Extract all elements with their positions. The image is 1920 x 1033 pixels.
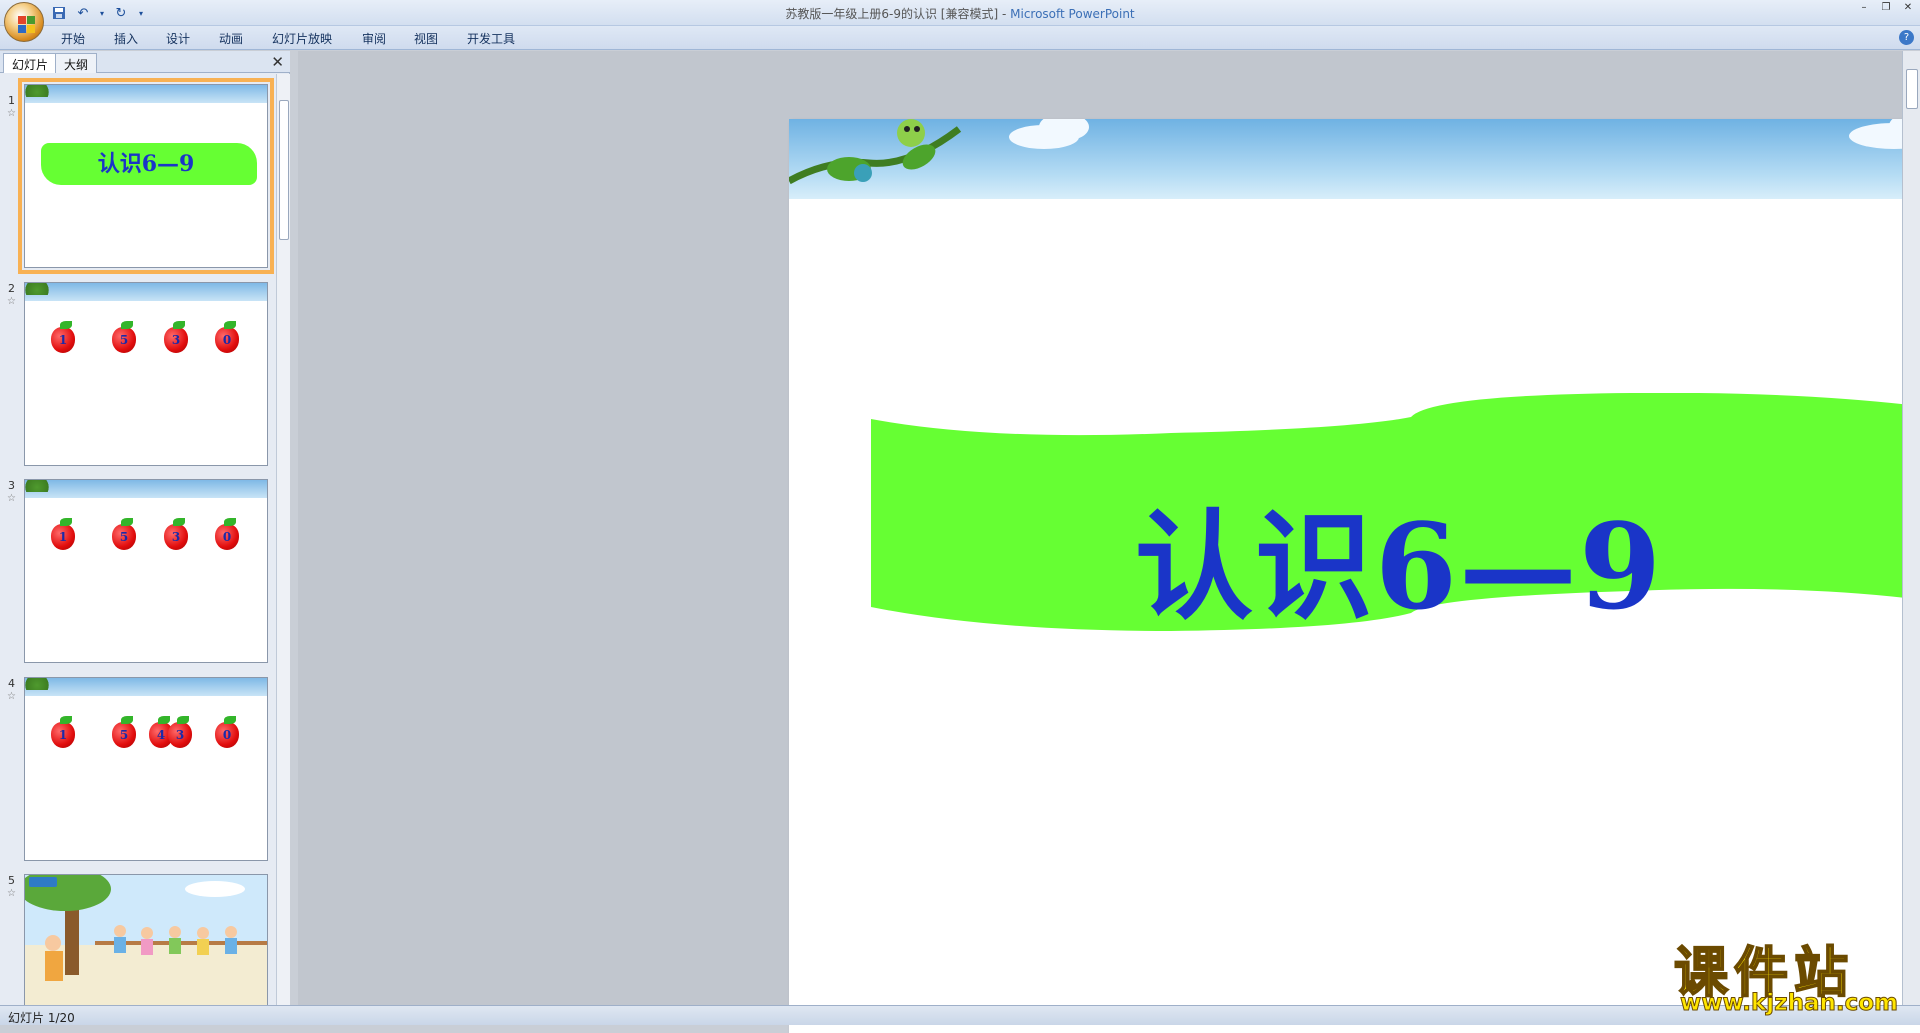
apple-image: 5 — [112, 321, 136, 353]
close-icon[interactable]: ✕ — [1900, 2, 1916, 14]
redo-icon[interactable]: ↻ — [112, 4, 130, 22]
slide-thumbnail[interactable]: 1 5 3 0 — [24, 479, 268, 663]
animation-star-icon: ☆ — [7, 691, 16, 702]
vine-caterpillar-image — [789, 119, 962, 185]
apple-image: 1 — [51, 716, 75, 748]
apple-image: 0 — [215, 518, 239, 550]
tab-view[interactable]: 视图 — [414, 30, 438, 47]
animation-star-icon: ☆ — [7, 296, 16, 307]
scrollbar-thumb[interactable] — [1906, 69, 1918, 109]
document-title: 苏教版一年级上册6-9的认识 [兼容模式] - — [785, 7, 1011, 21]
pane-tabs: 幻灯片 大纲 ✕ — [0, 51, 290, 73]
watermark-logo: 课件站 www.kjzhan.com — [1658, 928, 1920, 1018]
slide-number: 1 — [8, 94, 15, 107]
slide-number: 2 — [8, 282, 15, 295]
status-bar: 幻灯片 1/20 — [0, 1005, 1920, 1025]
apple-image: 3 — [168, 716, 192, 748]
tab-slides[interactable]: 幻灯片 — [3, 53, 58, 73]
apple-image: 3 — [164, 518, 188, 550]
slide-thumbnail[interactable]: 1 5 3 0 — [24, 282, 268, 466]
slide-editing-area: 认识6—9 — [298, 51, 1920, 1033]
sky-image — [25, 283, 267, 301]
slide-number: 3 — [8, 479, 15, 492]
apple-image: 3 — [164, 321, 188, 353]
apple-image: 1 — [51, 518, 75, 550]
thumbnail-title: 认识6—9 — [97, 151, 195, 177]
apple-image: 5 — [112, 518, 136, 550]
apple-image: 0 — [215, 321, 239, 353]
tab-home[interactable]: 开始 — [61, 30, 85, 47]
sky-image — [25, 678, 267, 696]
title-bar: 苏教版一年级上册6-9的认识 [兼容模式] - Microsoft PowerP… — [0, 0, 1920, 26]
customize-qat-icon[interactable]: ▾ — [136, 4, 146, 22]
app-name: Microsoft PowerPoint — [1010, 7, 1135, 21]
tab-slideshow[interactable]: 幻灯片放映 — [272, 30, 332, 47]
apple-image: 1 — [51, 321, 75, 353]
slide-number: 5 — [8, 874, 15, 887]
thumbnail-scrollbar[interactable] — [276, 74, 290, 1005]
help-icon[interactable]: ? — [1899, 30, 1914, 45]
slide-thumbnail[interactable]: 1 5 4 3 0 — [24, 677, 268, 861]
animation-star-icon: ☆ — [7, 108, 16, 119]
save-icon[interactable] — [50, 4, 68, 22]
animation-star-icon: ☆ — [7, 888, 16, 899]
tab-developer[interactable]: 开发工具 — [467, 30, 515, 47]
undo-icon[interactable]: ↶ — [74, 4, 92, 22]
window-controls: – ❐ ✕ — [1856, 2, 1916, 14]
animation-star-icon: ☆ — [7, 493, 16, 504]
restore-icon[interactable]: ❐ — [1878, 2, 1894, 14]
vertical-scrollbar[interactable] — [1902, 51, 1920, 1005]
slide-title[interactable]: 认识6—9 — [789, 471, 1920, 642]
slides-pane: 幻灯片 大纲 ✕ 1 ☆ 认识6—9 2 ☆ 1 5 3 0 3 ☆ 1 5 3… — [0, 51, 290, 1005]
dropdown-arrow-icon[interactable]: ▾ — [98, 4, 106, 22]
classroom-scene-image — [25, 875, 267, 1005]
slide-thumbnail[interactable]: 认识6—9 — [18, 78, 274, 274]
tab-review[interactable]: 审阅 — [362, 30, 386, 47]
sky-header-image — [789, 119, 1920, 199]
apple-image: 5 — [112, 716, 136, 748]
sky-image — [25, 480, 267, 498]
tab-animations[interactable]: 动画 — [219, 30, 243, 47]
minimize-icon[interactable]: – — [1856, 2, 1872, 14]
slide-number: 4 — [8, 677, 15, 690]
slide-thumbnail[interactable] — [24, 874, 268, 1005]
scrollbar-thumb[interactable] — [279, 100, 289, 240]
sky-image — [25, 85, 267, 103]
office-button[interactable] — [4, 2, 44, 42]
tab-insert[interactable]: 插入 — [114, 30, 138, 47]
quick-access-toolbar: ↶ ▾ ↻ ▾ — [50, 3, 146, 23]
slide-counter: 幻灯片 1/20 — [8, 1011, 75, 1025]
tab-outline[interactable]: 大纲 — [55, 53, 98, 73]
watermark-url: www.kjzhan.com — [1680, 990, 1899, 1017]
slide-canvas[interactable]: 认识6—9 — [789, 119, 1920, 1033]
close-icon[interactable]: ✕ — [271, 53, 284, 71]
ribbon-tabs: 开始 插入 设计 动画 幻灯片放映 审阅 视图 开发工具 ? — [0, 26, 1920, 50]
window-title: 苏教版一年级上册6-9的认识 [兼容模式] - Microsoft PowerP… — [0, 5, 1920, 22]
apple-image: 0 — [215, 716, 239, 748]
thumbnail-list: 1 ☆ 认识6—9 2 ☆ 1 5 3 0 3 ☆ 1 5 3 0 4 ☆ 1 … — [0, 74, 276, 1005]
tab-design[interactable]: 设计 — [166, 30, 190, 47]
